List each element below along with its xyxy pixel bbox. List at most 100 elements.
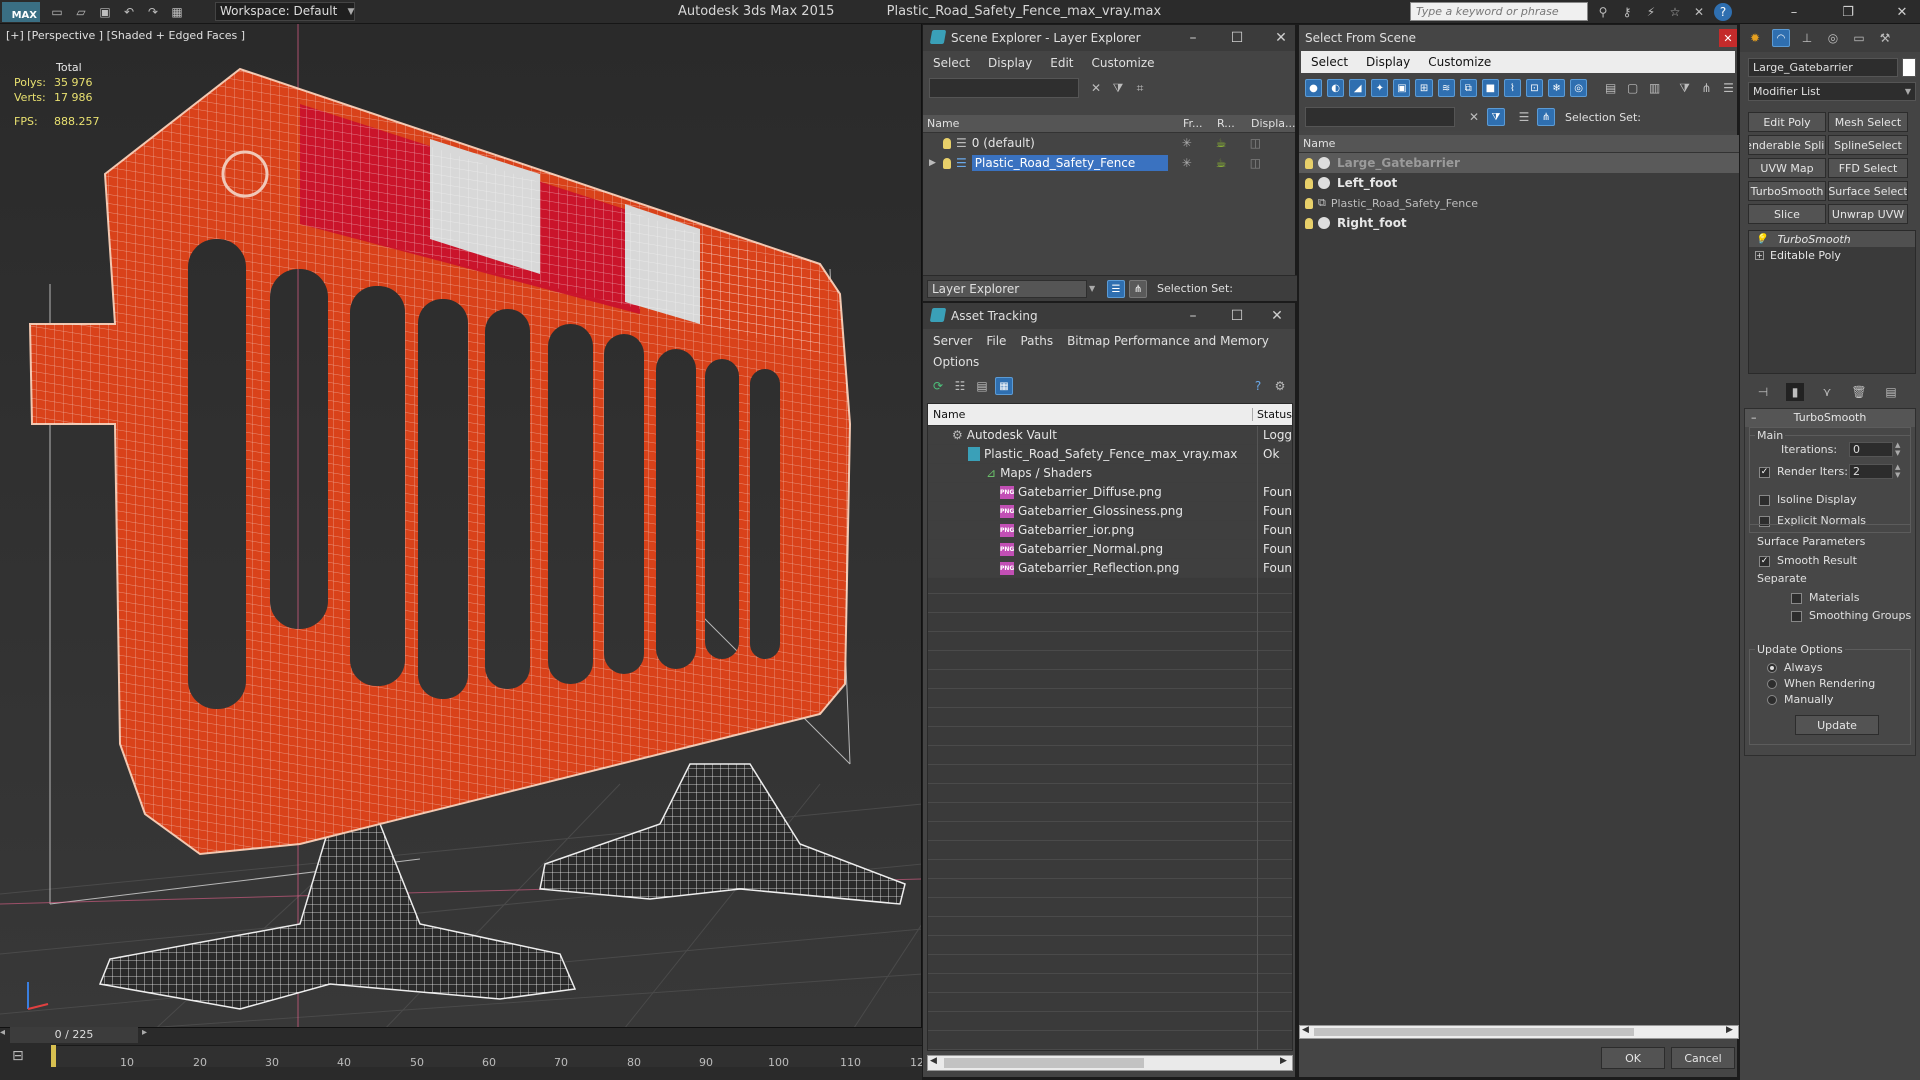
time-marker[interactable] <box>51 1045 56 1067</box>
layer-row[interactable]: ☰ 0 (default) ✳ ☕ ◫ <box>923 133 1295 153</box>
asset-row[interactable]: PNG Gatebarrier_Normal.png Found <box>928 540 1292 559</box>
app-logo[interactable]: MAX <box>2 2 40 22</box>
always-radio[interactable] <box>1767 663 1777 673</box>
smoothing-groups-row[interactable]: Smoothing Groups <box>1791 609 1911 622</box>
display-icon[interactable]: ◫ <box>1250 156 1261 170</box>
update-button[interactable]: Update <box>1795 715 1879 735</box>
teapot-icon[interactable]: ☕ <box>1216 136 1250 150</box>
motion-tab-icon[interactable]: ◎ <box>1824 29 1842 47</box>
close-panel-icon[interactable]: ✕ <box>1690 3 1708 21</box>
groups-filter-icon[interactable]: ⧉ <box>1459 79 1477 97</box>
when-rendering-radio[interactable] <box>1767 679 1777 689</box>
expand-arrow-icon[interactable]: ▶ <box>929 158 943 168</box>
object-name-field[interactable]: Large_Gatebarrier <box>1748 58 1898 77</box>
menu-options[interactable]: Options <box>933 355 979 369</box>
object-row[interactable]: Left_foot <box>1299 173 1739 193</box>
chevron-down-icon[interactable]: ▼ <box>1900 82 1916 101</box>
slice-button[interactable]: Slice <box>1748 204 1826 224</box>
filter-icon[interactable]: ⧩ <box>1676 79 1693 97</box>
stack-item-editable-poly[interactable]: + Editable Poly <box>1749 247 1915 263</box>
restore-icon[interactable]: ❐ <box>1830 0 1866 24</box>
menu-select[interactable]: Select <box>1311 55 1348 69</box>
key-icon[interactable]: ⚷ <box>1618 3 1636 21</box>
column-name[interactable]: Name <box>928 408 1252 421</box>
restore-icon[interactable]: ☐ <box>1217 25 1257 51</box>
expand-icon[interactable]: + <box>1755 250 1764 260</box>
undo-icon[interactable]: ↶ <box>120 3 138 21</box>
layer-row[interactable]: ▶ ☰ Plastic_Road_Safety_Fence ✳ ☕ ◫ <box>923 153 1295 173</box>
workspace-dropdown[interactable]: Workspace: Default <box>215 2 355 21</box>
hierarchy-toggle-icon[interactable]: ⋔ <box>1537 108 1555 126</box>
column-render[interactable]: R... <box>1217 117 1251 130</box>
geometry-filter-icon[interactable]: ◐ <box>1327 79 1345 97</box>
close-icon[interactable]: ✕ <box>1257 303 1297 329</box>
ok-button[interactable]: OK <box>1601 1047 1665 1069</box>
scroll-left-icon[interactable]: ◀ <box>930 1056 937 1066</box>
smoothing-groups-checkbox[interactable] <box>1791 610 1802 622</box>
helpers-filter-icon[interactable]: ⊞ <box>1415 79 1433 97</box>
minimize-icon[interactable]: – <box>1173 25 1213 51</box>
shapes-filter-icon[interactable]: ◢ <box>1349 79 1367 97</box>
select-search-input[interactable] <box>1305 107 1455 127</box>
light-bulb-icon[interactable] <box>1305 177 1313 189</box>
hidden-filter-icon[interactable]: ◎ <box>1570 79 1588 97</box>
menu-bitmap-performance[interactable]: Bitmap Performance and Memory <box>1067 334 1269 348</box>
asset-row[interactable]: PNG Gatebarrier_Glossiness.png Found <box>928 502 1292 521</box>
scrollbar-thumb[interactable] <box>944 1058 1144 1068</box>
minimize-icon[interactable]: – <box>1173 303 1213 329</box>
display-icon[interactable]: ◫ <box>1250 136 1261 150</box>
light-bulb-icon[interactable] <box>1305 157 1313 169</box>
perspective-viewport[interactable]: [+] [Perspective ] [Shaded + Edged Faces… <box>0 24 922 1034</box>
filter-active-icon[interactable]: ⧩ <box>1487 108 1505 126</box>
containers-filter-icon[interactable]: ⊡ <box>1525 79 1544 97</box>
minimize-icon[interactable]: – <box>1776 0 1812 24</box>
hierarchy-icon[interactable]: ⋔ <box>1129 280 1147 298</box>
object-row[interactable]: Large_Gatebarrier <box>1299 153 1739 173</box>
settings-icon[interactable]: ⚙ <box>1271 377 1289 395</box>
asset-row[interactable]: ⚙ Autodesk Vault Logge <box>928 426 1292 445</box>
scroll-right-icon[interactable]: ▶ <box>1726 1025 1733 1035</box>
refresh-icon[interactable]: ⟳ <box>929 377 947 395</box>
stack-item-turbosmooth[interactable]: 💡 TurboSmooth <box>1749 231 1915 247</box>
renderable-spline-button[interactable]: enderable Splir <box>1748 135 1826 155</box>
teapot-icon[interactable]: ☕ <box>1216 156 1250 170</box>
select-from-scene-titlebar[interactable]: Select From Scene ✕ <box>1299 25 1737 51</box>
turbosmooth-button[interactable]: TurboSmooth <box>1748 181 1826 201</box>
column-freeze[interactable]: Fr... <box>1183 117 1217 130</box>
display-all-icon[interactable]: ● <box>1305 79 1323 97</box>
smooth-result-row[interactable]: ✓ Smooth Result <box>1759 554 1857 567</box>
surface-select-button[interactable]: Surface Select <box>1828 181 1908 201</box>
edit-poly-button[interactable]: Edit Poly <box>1748 112 1826 132</box>
light-bulb-icon[interactable] <box>943 157 951 169</box>
uvw-map-button[interactable]: UVW Map <box>1748 158 1826 178</box>
exchange-icon[interactable]: ⚡ <box>1642 3 1660 21</box>
close-icon[interactable]: ✕ <box>1719 29 1737 47</box>
select-none-icon[interactable]: ▢ <box>1624 79 1641 97</box>
table-view-icon[interactable]: ▦ <box>995 377 1013 395</box>
viewport-label[interactable]: [+] [Perspective ] [Shaded + Edged Faces… <box>6 29 245 42</box>
asset-row[interactable]: PNG Gatebarrier_ior.png Found <box>928 521 1292 540</box>
configure-sets-icon[interactable]: ▤ <box>1882 383 1900 401</box>
unwrap-uvw-button[interactable]: Unwrap UVW <box>1828 204 1908 224</box>
materials-checkbox[interactable] <box>1791 592 1802 604</box>
display-tab-icon[interactable]: ▭ <box>1850 29 1868 47</box>
pin-stack-icon[interactable]: ⊣ <box>1754 383 1772 401</box>
open-file-icon[interactable]: ▱ <box>72 3 90 21</box>
menu-edit[interactable]: Edit <box>1050 56 1073 70</box>
chevron-down-icon[interactable]: ▼ <box>1089 280 1101 298</box>
chevron-down-icon[interactable]: ▼ <box>344 2 358 21</box>
menu-file[interactable]: File <box>986 334 1006 348</box>
mesh-select-button[interactable]: Mesh Select <box>1828 112 1908 132</box>
cancel-button[interactable]: Cancel <box>1671 1047 1735 1069</box>
scene-explorer-search-input[interactable] <box>929 78 1079 98</box>
menu-customize[interactable]: Customize <box>1092 56 1155 70</box>
redo-icon[interactable]: ↷ <box>144 3 162 21</box>
column-name[interactable]: Name <box>1303 137 1335 150</box>
when-rendering-row[interactable]: When Rendering <box>1767 677 1875 690</box>
scrollbar-thumb[interactable] <box>1314 1028 1634 1036</box>
show-end-result-icon[interactable]: ▮ <box>1786 383 1804 401</box>
close-icon[interactable]: ✕ <box>1261 25 1301 51</box>
clear-search-icon[interactable]: ✕ <box>1087 79 1105 97</box>
light-bulb-icon[interactable] <box>1305 217 1313 229</box>
asset-tracking-titlebar[interactable]: Asset Tracking – ☐ ✕ <box>923 303 1295 329</box>
